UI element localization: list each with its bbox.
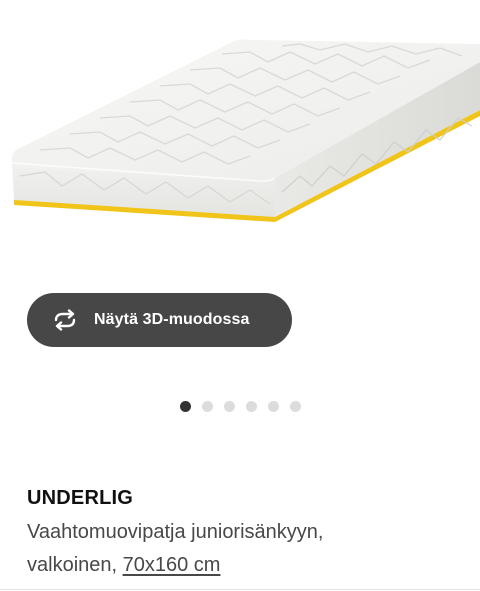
divider xyxy=(0,589,480,590)
rotate-3d-icon xyxy=(52,309,78,331)
mattress-illustration xyxy=(11,39,480,222)
carousel-dot-1[interactable] xyxy=(179,400,191,412)
carousel-dot-4[interactable] xyxy=(245,400,257,412)
product-size-link[interactable]: 70x160 cm xyxy=(123,554,221,576)
view-3d-label: Näytä 3D-muodossa xyxy=(94,311,250,328)
product-page: Näytä 3D-muodossa UNDERLIG Vaahtomuovipa… xyxy=(0,0,480,591)
product-image[interactable] xyxy=(0,0,480,270)
product-description-line1: Vaahtomuovipatja juniorisänkyyn, xyxy=(27,521,324,543)
carousel-dot-3[interactable] xyxy=(223,400,235,412)
carousel-pager xyxy=(0,399,480,413)
carousel-dot-6[interactable] xyxy=(289,400,301,412)
product-description-line2: valkoinen, 70x160 cm xyxy=(27,549,467,582)
product-description: Vaahtomuovipatja juniorisänkyyn, valkoin… xyxy=(27,516,467,582)
carousel-dot-2[interactable] xyxy=(201,400,213,412)
view-3d-button[interactable]: Näytä 3D-muodossa xyxy=(27,293,292,347)
carousel-dot-5[interactable] xyxy=(267,400,279,412)
product-color: valkoinen, xyxy=(27,554,123,576)
product-name: UNDERLIG xyxy=(27,487,134,509)
